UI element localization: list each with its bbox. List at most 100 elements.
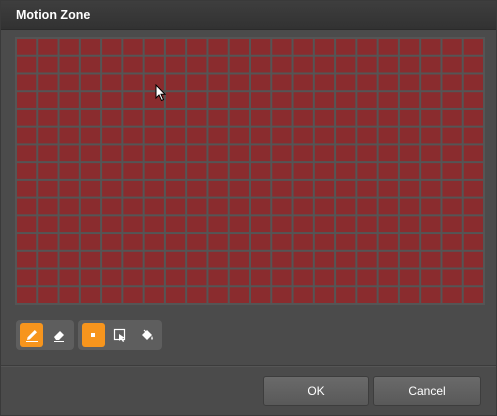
grid-cell[interactable] bbox=[293, 39, 313, 55]
grid-cell[interactable] bbox=[357, 251, 377, 268]
single-cell-tool-button[interactable] bbox=[82, 323, 105, 347]
grid-cell[interactable] bbox=[229, 127, 249, 144]
grid-cell[interactable] bbox=[251, 163, 271, 179]
grid-cell[interactable] bbox=[421, 269, 441, 286]
grid-cell[interactable] bbox=[102, 39, 122, 55]
grid-cell[interactable] bbox=[165, 269, 186, 286]
rectangle-select-tool-button[interactable] bbox=[109, 323, 132, 347]
grid-cell[interactable] bbox=[357, 39, 377, 55]
grid-cell[interactable] bbox=[123, 180, 143, 197]
grid-cell[interactable] bbox=[378, 180, 398, 197]
grid-cell[interactable] bbox=[80, 74, 101, 91]
grid-cell[interactable] bbox=[314, 198, 335, 215]
grid-cell[interactable] bbox=[357, 269, 377, 286]
grid-cell[interactable] bbox=[421, 145, 441, 162]
grid-cell[interactable] bbox=[463, 74, 483, 91]
grid-cell[interactable] bbox=[17, 56, 37, 73]
grid-cell[interactable] bbox=[17, 74, 37, 91]
grid-cell[interactable] bbox=[123, 163, 143, 179]
grid-cell[interactable] bbox=[378, 74, 398, 91]
grid-cell[interactable] bbox=[229, 251, 249, 268]
grid-cell[interactable] bbox=[251, 74, 271, 91]
grid-cell[interactable] bbox=[80, 251, 101, 268]
grid-cell[interactable] bbox=[399, 269, 420, 286]
grid-cell[interactable] bbox=[421, 251, 441, 268]
grid-cell[interactable] bbox=[272, 180, 292, 197]
grid-cell[interactable] bbox=[208, 145, 228, 162]
grid-cell[interactable] bbox=[123, 127, 143, 144]
grid-cell[interactable] bbox=[336, 180, 356, 197]
grid-cell[interactable] bbox=[378, 56, 398, 73]
grid-cell[interactable] bbox=[272, 287, 292, 303]
grid-cell[interactable] bbox=[421, 198, 441, 215]
grid-cell[interactable] bbox=[59, 163, 79, 179]
grid-cell[interactable] bbox=[378, 163, 398, 179]
grid-cell[interactable] bbox=[314, 145, 335, 162]
grid-cell[interactable] bbox=[208, 198, 228, 215]
grid-cell[interactable] bbox=[38, 56, 58, 73]
grid-cell[interactable] bbox=[293, 269, 313, 286]
grid-cell[interactable] bbox=[187, 216, 207, 233]
grid-cell[interactable] bbox=[17, 127, 37, 144]
grid-cell[interactable] bbox=[80, 92, 101, 108]
pencil-tool-button[interactable] bbox=[20, 323, 43, 347]
grid-cell[interactable] bbox=[208, 127, 228, 144]
grid-cell[interactable] bbox=[123, 39, 143, 55]
grid-cell[interactable] bbox=[229, 234, 249, 250]
grid-cell[interactable] bbox=[17, 109, 37, 126]
grid-cell[interactable] bbox=[208, 216, 228, 233]
grid-cell[interactable] bbox=[442, 269, 462, 286]
grid-cell[interactable] bbox=[336, 234, 356, 250]
grid-cell[interactable] bbox=[463, 287, 483, 303]
grid-cell[interactable] bbox=[399, 56, 420, 73]
grid-cell[interactable] bbox=[314, 163, 335, 179]
grid-cell[interactable] bbox=[102, 216, 122, 233]
grid-cell[interactable] bbox=[165, 216, 186, 233]
grid-cell[interactable] bbox=[208, 269, 228, 286]
grid-cell[interactable] bbox=[251, 39, 271, 55]
grid-cell[interactable] bbox=[59, 74, 79, 91]
grid-cell[interactable] bbox=[463, 56, 483, 73]
grid-cell[interactable] bbox=[442, 216, 462, 233]
grid-cell[interactable] bbox=[421, 92, 441, 108]
grid-cell[interactable] bbox=[272, 198, 292, 215]
grid-cell[interactable] bbox=[399, 163, 420, 179]
grid-cell[interactable] bbox=[38, 39, 58, 55]
grid-cell[interactable] bbox=[272, 127, 292, 144]
grid-cell[interactable] bbox=[80, 163, 101, 179]
grid-cell[interactable] bbox=[229, 145, 249, 162]
grid-cell[interactable] bbox=[336, 109, 356, 126]
grid-cell[interactable] bbox=[293, 127, 313, 144]
grid-cell[interactable] bbox=[251, 92, 271, 108]
grid-cell[interactable] bbox=[17, 180, 37, 197]
grid-cell[interactable] bbox=[187, 180, 207, 197]
grid-cell[interactable] bbox=[38, 269, 58, 286]
grid-cell[interactable] bbox=[251, 251, 271, 268]
grid-cell[interactable] bbox=[336, 269, 356, 286]
grid-cell[interactable] bbox=[102, 234, 122, 250]
grid-cell[interactable] bbox=[357, 92, 377, 108]
grid-cell[interactable] bbox=[102, 180, 122, 197]
grid-cell[interactable] bbox=[165, 145, 186, 162]
grid-cell[interactable] bbox=[144, 251, 164, 268]
grid-cell[interactable] bbox=[80, 127, 101, 144]
grid-cell[interactable] bbox=[272, 39, 292, 55]
grid-cell[interactable] bbox=[463, 216, 483, 233]
grid-cell[interactable] bbox=[229, 163, 249, 179]
grid-cell[interactable] bbox=[208, 234, 228, 250]
grid-cell[interactable] bbox=[17, 234, 37, 250]
grid-cell[interactable] bbox=[102, 145, 122, 162]
grid-cell[interactable] bbox=[336, 287, 356, 303]
grid-cell[interactable] bbox=[314, 251, 335, 268]
grid-cell[interactable] bbox=[80, 198, 101, 215]
grid-cell[interactable] bbox=[144, 145, 164, 162]
grid-cell[interactable] bbox=[293, 216, 313, 233]
grid-cell[interactable] bbox=[59, 216, 79, 233]
grid-cell[interactable] bbox=[187, 56, 207, 73]
grid-cell[interactable] bbox=[314, 234, 335, 250]
grid-cell[interactable] bbox=[208, 92, 228, 108]
grid-cell[interactable] bbox=[165, 109, 186, 126]
grid-cell[interactable] bbox=[59, 92, 79, 108]
grid-cell[interactable] bbox=[357, 180, 377, 197]
grid-cell[interactable] bbox=[251, 269, 271, 286]
